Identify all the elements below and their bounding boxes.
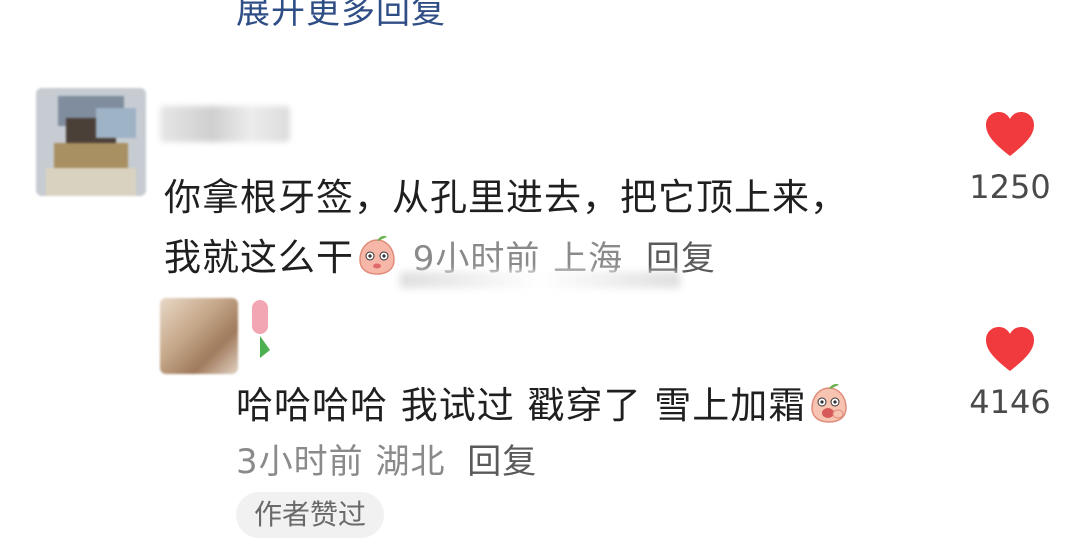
text-blur-artifact xyxy=(400,272,680,288)
avatar-image xyxy=(36,88,146,196)
comment-body: 你拿根牙签，从孔里进去，把它顶上来，我就这么干 9小时前 上海 回复 xyxy=(164,168,884,289)
reply-body: 哈哈哈哈 我试过 戳穿了 雪上加霜 xyxy=(236,376,956,436)
reply-like-button[interactable]: 4146 xyxy=(955,325,1065,421)
comment-like-count: 1250 xyxy=(969,168,1051,206)
reply-text: 哈哈哈哈 我试过 戳穿了 雪上加霜 xyxy=(236,384,807,427)
username-blurred[interactable] xyxy=(160,106,290,142)
reply-time: 3小时前 xyxy=(236,442,364,482)
flower-icon xyxy=(252,300,270,358)
reply-reply-button[interactable]: 回复 xyxy=(467,442,537,482)
avatar[interactable] xyxy=(36,88,146,196)
reply-avatar[interactable] xyxy=(160,298,238,374)
peach-shy-emoji-icon xyxy=(359,236,395,275)
reply-like-count: 4146 xyxy=(969,383,1051,421)
peach-laugh-emoji-icon xyxy=(811,384,848,423)
reply-location: 湖北 xyxy=(375,442,446,482)
heart-icon[interactable] xyxy=(984,110,1036,158)
heart-icon[interactable] xyxy=(984,325,1036,373)
author-liked-badge: 作者赞过 xyxy=(236,492,385,538)
expand-more-replies-link[interactable]: 展开更多回复 xyxy=(236,0,446,33)
reply-meta: 3小时前 湖北 回复 xyxy=(236,434,537,483)
comment-like-button[interactable]: 1250 xyxy=(955,110,1065,206)
